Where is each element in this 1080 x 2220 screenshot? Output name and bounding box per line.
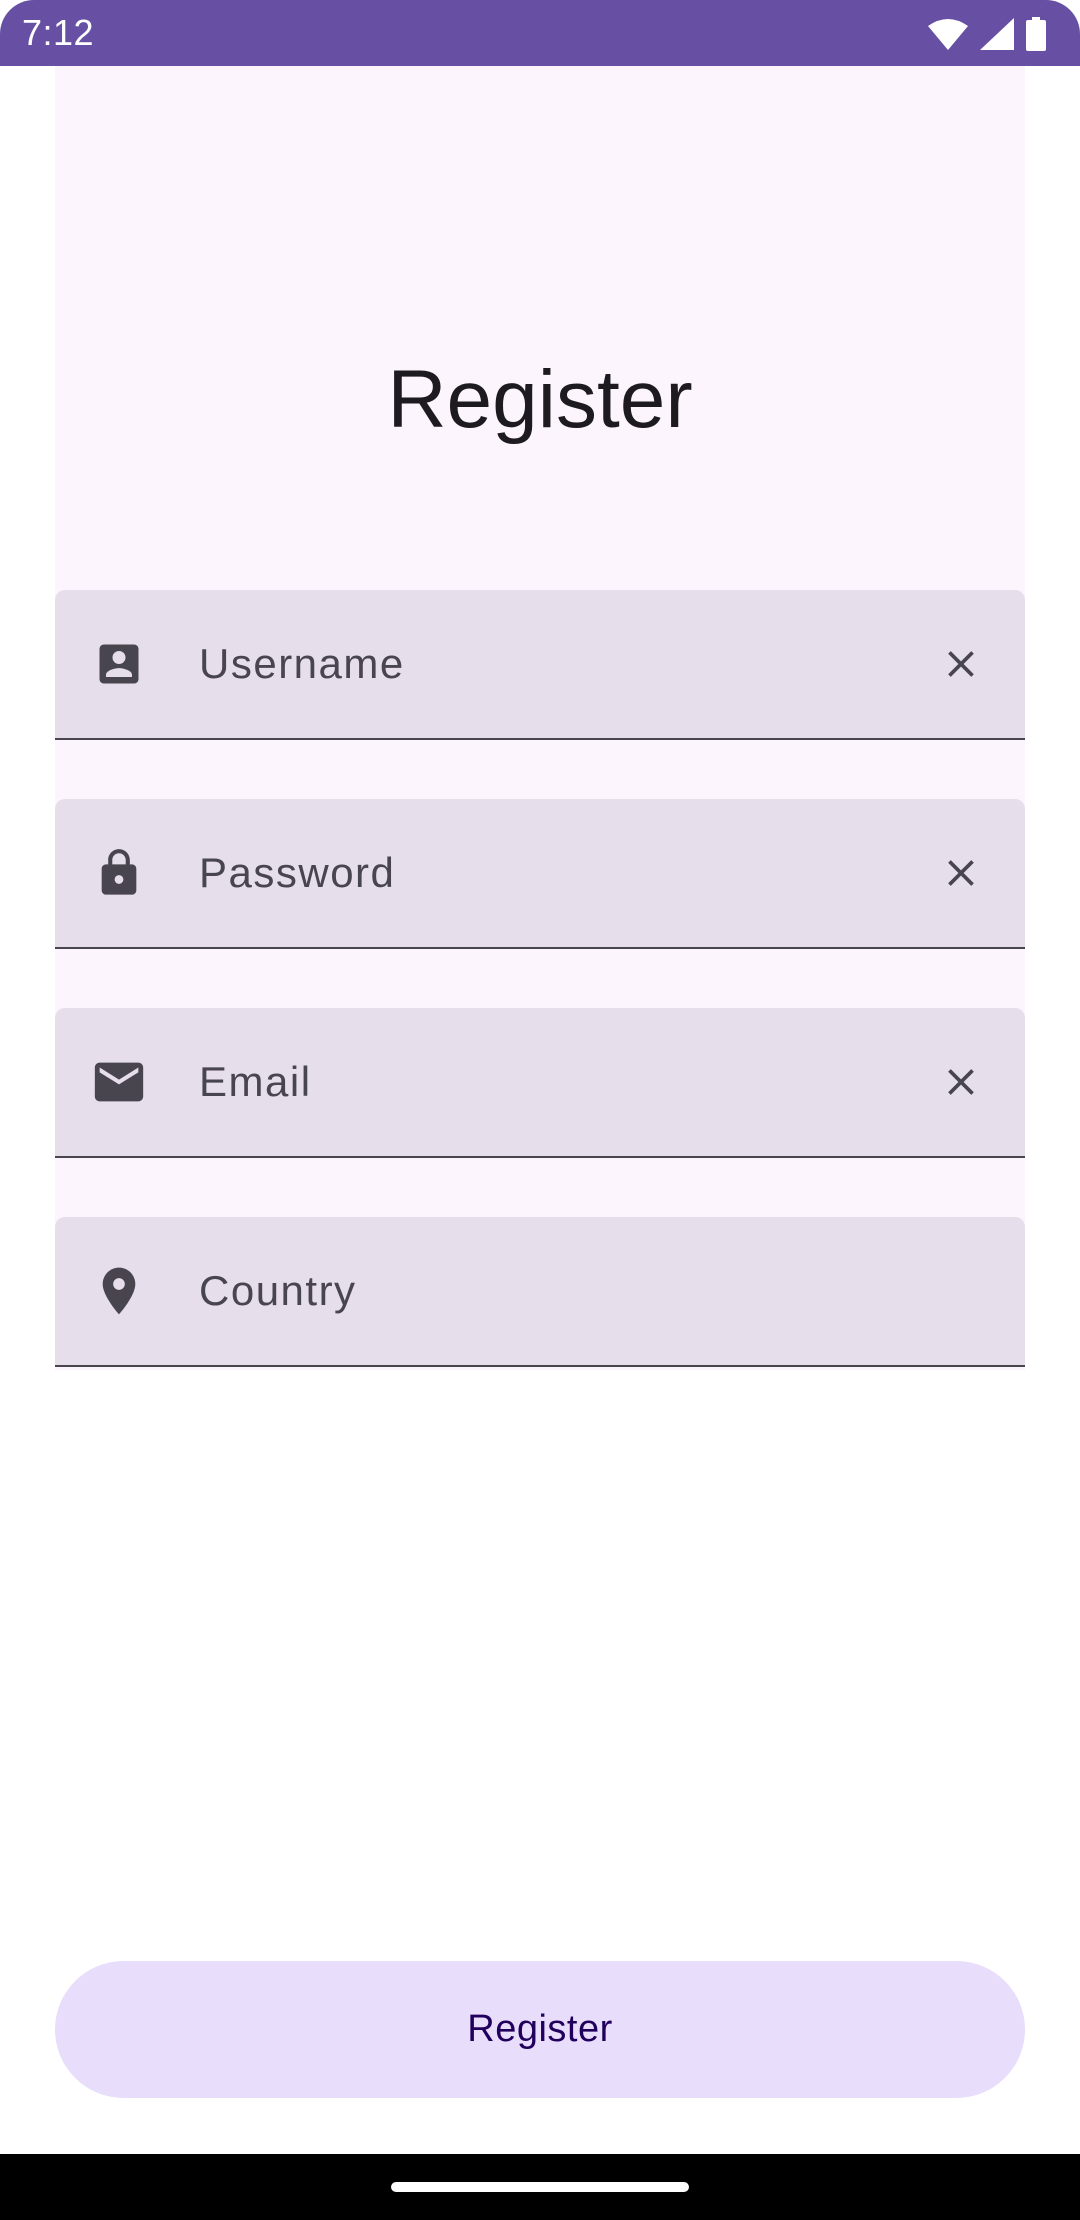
email-placeholder: Email: [199, 1058, 312, 1105]
status-time: 7:12: [22, 12, 95, 53]
wifi-icon: [928, 19, 968, 50]
status-bar: 7:12: [0, 0, 1080, 66]
username-placeholder: Username: [199, 640, 405, 687]
mail-icon: [89, 1052, 149, 1112]
country-field[interactable]: Country: [55, 1217, 1025, 1367]
battery-icon: [1026, 17, 1046, 51]
email-field[interactable]: Email: [55, 1008, 1025, 1158]
username-field[interactable]: Username: [55, 590, 1025, 740]
home-handle[interactable]: [391, 2182, 689, 2192]
navigation-bar: [0, 2154, 1080, 2220]
location-pin-icon: [89, 1261, 149, 1321]
status-icons: [928, 14, 1046, 54]
register-button[interactable]: Register: [55, 1961, 1025, 2098]
page-title: Register: [387, 354, 693, 445]
country-placeholder: Country: [199, 1267, 357, 1314]
close-icon[interactable]: [931, 634, 991, 694]
password-placeholder: Password: [199, 849, 396, 896]
close-icon[interactable]: [931, 1052, 991, 1112]
register-button-label: Register: [467, 2008, 613, 2050]
lock-icon: [89, 843, 149, 903]
account-box-icon: [89, 634, 149, 694]
password-field[interactable]: Password: [55, 799, 1025, 949]
signal-icon: [980, 18, 1014, 50]
close-icon[interactable]: [931, 843, 991, 903]
